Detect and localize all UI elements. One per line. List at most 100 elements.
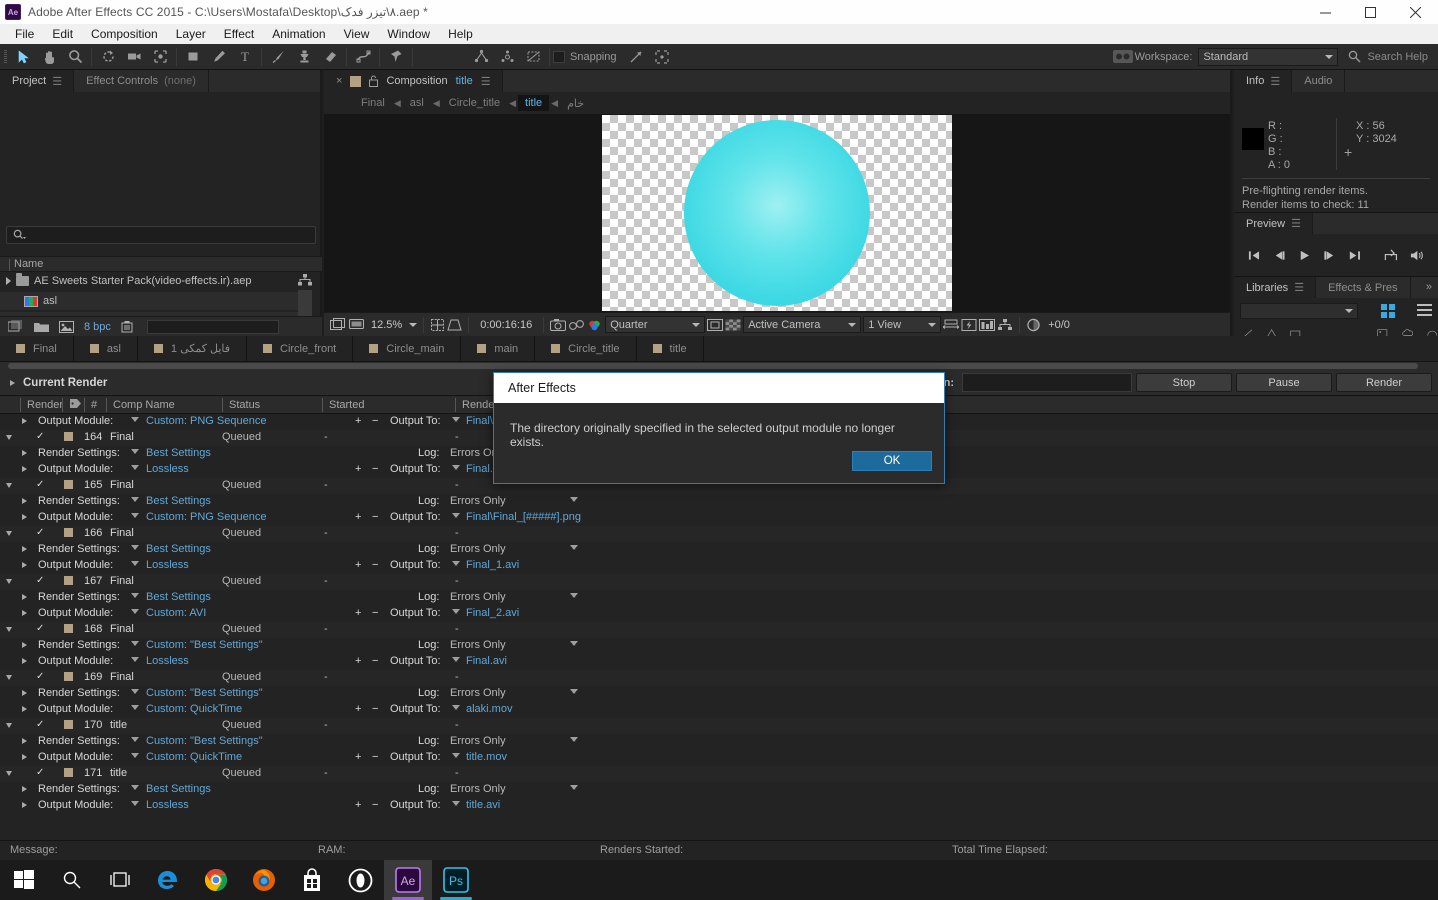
render-button[interactable]: Render: [1336, 373, 1432, 392]
brush-tool-icon[interactable]: [265, 44, 291, 70]
output-module-row[interactable]: Output Module: Custom: QuickTime + − Output …: [0, 702, 1438, 718]
render-settings-value[interactable]: Custom: "Best Settings": [146, 687, 263, 699]
next-frame-icon[interactable]: [1323, 249, 1336, 262]
loop-icon[interactable]: [1384, 249, 1398, 262]
start-button[interactable]: [0, 860, 48, 900]
output-module-value[interactable]: Lossless: [146, 799, 189, 811]
chevron-down-icon[interactable]: [570, 497, 578, 502]
remove-output-module-icon[interactable]: −: [372, 463, 378, 475]
shape-tool-icon[interactable]: [180, 44, 206, 70]
disclosure-triangle-icon[interactable]: [22, 642, 27, 648]
output-to-value[interactable]: alaki.mov: [466, 703, 512, 715]
output-module-row[interactable]: Output Module: Lossless + − Output To: Final_…: [0, 558, 1438, 574]
render-checkbox[interactable]: ✓: [36, 575, 44, 586]
disclosure-triangle-icon[interactable]: [22, 514, 27, 520]
render-settings-value[interactable]: Custom: "Best Settings": [146, 639, 263, 651]
pause-button[interactable]: Pause: [1236, 373, 1332, 392]
render-queue-item-row[interactable]: ✓ 167 Final Queued - -: [0, 574, 1438, 590]
label-color-swatch[interactable]: [64, 432, 73, 441]
remove-output-module-icon[interactable]: −: [372, 751, 378, 763]
chevron-down-icon[interactable]: [131, 657, 139, 662]
label-color-swatch[interactable]: [64, 768, 73, 777]
menu-layer[interactable]: Layer: [167, 25, 215, 43]
comp-tab-circle-title[interactable]: Circle_title: [535, 336, 637, 361]
disclosure-triangle-icon[interactable]: [22, 546, 27, 552]
log-value[interactable]: Errors Only: [450, 783, 506, 795]
disclosure-triangle-icon[interactable]: [6, 723, 12, 728]
snap-arrow-icon[interactable]: [623, 44, 649, 70]
add-output-module-icon[interactable]: +: [355, 703, 361, 715]
output-module-value[interactable]: Lossless: [146, 463, 189, 475]
camera-select[interactable]: Active Camera: [743, 316, 862, 333]
disclosure-triangle-icon[interactable]: [22, 754, 27, 760]
project-footer-field[interactable]: [146, 319, 279, 334]
log-value[interactable]: Errors Only: [450, 639, 506, 651]
mute-audio-icon[interactable]: [1410, 249, 1424, 262]
disclosure-triangle-icon[interactable]: [22, 802, 27, 808]
grid-view-icon[interactable]: [1380, 304, 1395, 318]
task-view-button[interactable]: [96, 860, 144, 900]
show-channel-icon[interactable]: [587, 318, 603, 332]
choose-grid-icon[interactable]: [430, 318, 445, 332]
disclosure-triangle-icon[interactable]: [6, 435, 12, 440]
chevron-down-icon[interactable]: [131, 593, 139, 598]
render-checkbox[interactable]: ✓: [36, 719, 44, 730]
project-item-asl-1[interactable]: asl: [0, 292, 305, 310]
disclosure-triangle-icon[interactable]: [22, 738, 27, 744]
render-settings-row[interactable]: Render Settings: Best Settings Log: Errors …: [0, 590, 1438, 606]
new-composition-icon[interactable]: [8, 320, 24, 333]
output-to-value[interactable]: Final_2.avi: [466, 607, 519, 619]
add-output-module-icon[interactable]: +: [355, 799, 361, 811]
label-color-swatch[interactable]: [64, 624, 73, 633]
remove-output-module-icon[interactable]: −: [372, 655, 378, 667]
add-output-module-icon[interactable]: +: [355, 751, 361, 763]
chevron-down-icon[interactable]: [131, 689, 139, 694]
render-settings-row[interactable]: Render Settings: Custom: "Best Settings" L…: [0, 686, 1438, 702]
composition-stage[interactable]: [324, 114, 1230, 312]
render-checkbox[interactable]: ✓: [36, 767, 44, 778]
add-output-module-icon[interactable]: +: [355, 511, 361, 523]
chevron-down-icon[interactable]: [131, 737, 139, 742]
play-icon[interactable]: [1298, 249, 1311, 262]
tab-libraries[interactable]: Libraries ☰: [1234, 277, 1317, 298]
disclosure-triangle-icon[interactable]: [22, 450, 27, 456]
label-color-swatch[interactable]: [64, 528, 73, 537]
menu-composition[interactable]: Composition: [82, 25, 167, 43]
transparency-grid-icon[interactable]: [725, 318, 741, 332]
panel-menu-icon[interactable]: ☰: [1294, 281, 1304, 294]
output-module-value[interactable]: Custom: PNG Sequence: [146, 511, 266, 523]
output-module-value[interactable]: Custom: QuickTime: [146, 751, 242, 763]
double-chevron-right-icon[interactable]: »: [1426, 281, 1432, 293]
label-color-swatch[interactable]: [64, 480, 73, 489]
render-settings-value[interactable]: Best Settings: [146, 495, 211, 507]
chevron-down-icon[interactable]: [452, 513, 460, 518]
disclosure-triangle-icon[interactable]: [22, 562, 27, 568]
project-column-header[interactable]: Name: [0, 256, 322, 272]
render-settings-value[interactable]: Best Settings: [146, 447, 211, 459]
maximize-button[interactable]: [1348, 0, 1393, 24]
disclosure-triangle-icon[interactable]: [22, 594, 27, 600]
remove-output-module-icon[interactable]: −: [372, 703, 378, 715]
interpret-footage-icon[interactable]: [59, 320, 74, 333]
mask-guide-icon[interactable]: [447, 318, 462, 332]
opera-button[interactable]: [336, 860, 384, 900]
render-settings-row[interactable]: Render Settings: Best Settings Log: Errors …: [0, 782, 1438, 798]
comp-tab-circle-front[interactable]: Circle_front: [247, 336, 354, 361]
log-value[interactable]: Errors Only: [450, 687, 506, 699]
render-queue-item-row[interactable]: ✓ 169 Final Queued - -: [0, 670, 1438, 686]
column-started[interactable]: Started: [322, 398, 364, 412]
render-queue-item-row[interactable]: ✓ 170 title Queued - -: [0, 718, 1438, 734]
chevron-down-icon[interactable]: [131, 545, 139, 550]
comp-tab-main[interactable]: main: [461, 336, 536, 361]
composition-canvas[interactable]: [602, 115, 952, 311]
rotation-tool-icon[interactable]: [95, 44, 121, 70]
render-settings-value[interactable]: Best Settings: [146, 543, 211, 555]
breadcrumb-item-final[interactable]: Final: [354, 95, 392, 111]
comp-tab-title[interactable]: title: [636, 336, 704, 361]
remove-output-module-icon[interactable]: −: [372, 799, 378, 811]
menu-view[interactable]: View: [335, 25, 379, 43]
snapping-checkbox[interactable]: [553, 50, 565, 63]
render-checkbox[interactable]: ✓: [36, 671, 44, 682]
eraser-tool-icon[interactable]: [317, 44, 343, 70]
roto-brush-tool-icon[interactable]: [350, 44, 376, 70]
